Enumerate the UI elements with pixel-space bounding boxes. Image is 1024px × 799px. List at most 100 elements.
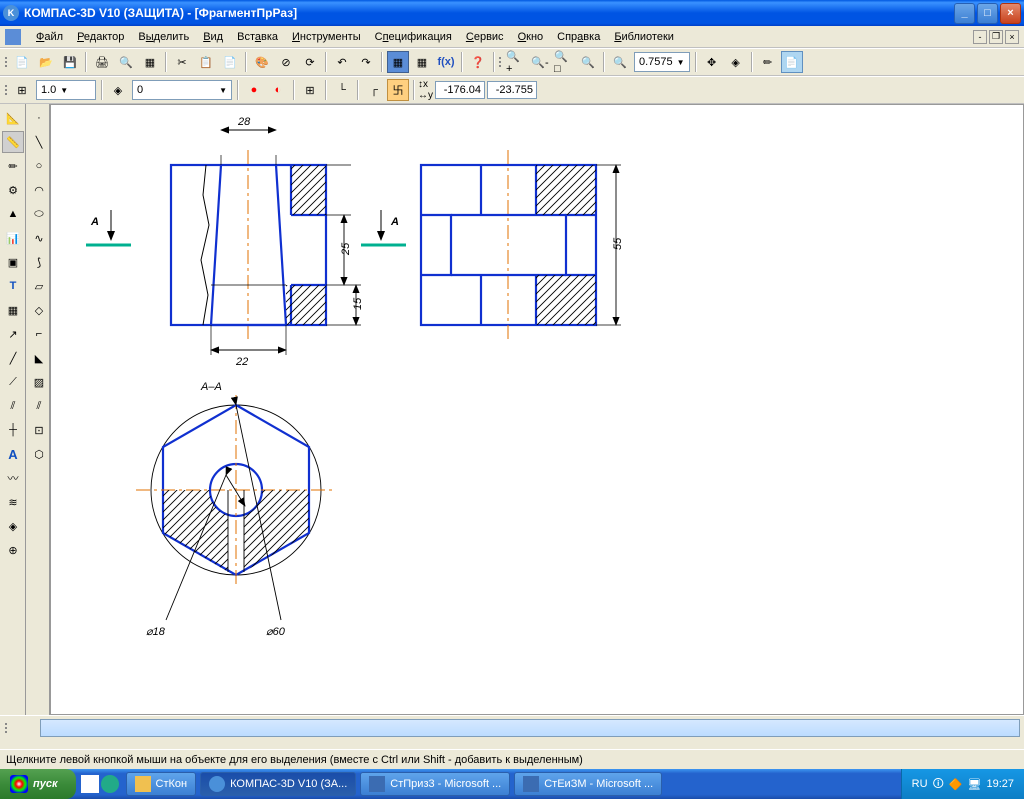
tool-a[interactable]: A xyxy=(2,443,24,465)
tool-line2[interactable]: ⟋ xyxy=(2,371,24,393)
properties-button[interactable]: 🎨 xyxy=(251,51,273,73)
pan-button[interactable]: ✥ xyxy=(701,51,723,73)
ql-desktop-icon[interactable] xyxy=(81,775,99,793)
clock[interactable]: 19:27 xyxy=(986,778,1014,790)
task-folder[interactable]: СтКон xyxy=(126,772,197,796)
step-button[interactable]: ⊞ xyxy=(11,79,33,101)
sub-spline[interactable]: ∿ xyxy=(28,227,50,249)
toolbar-grip-3[interactable] xyxy=(4,81,10,99)
save-button[interactable]: 💾 xyxy=(59,51,81,73)
tool-wave[interactable]: ≋ xyxy=(2,491,24,513)
copy-button[interactable]: 📋 xyxy=(195,51,217,73)
menu-view[interactable]: Вид xyxy=(196,29,230,45)
redo-button[interactable]: ↷ xyxy=(355,51,377,73)
sub-chamfer[interactable]: ◣ xyxy=(28,347,50,369)
tool-edit[interactable]: ⚙ xyxy=(2,179,24,201)
tool-param[interactable]: ▲ xyxy=(2,203,24,225)
tool-cut[interactable]: ⫽ xyxy=(2,395,24,417)
tool-axis[interactable]: ┼ xyxy=(2,419,24,441)
menu-tools[interactable]: Инструменты xyxy=(285,29,368,45)
sub-poly[interactable]: ◇ xyxy=(28,299,50,321)
tool-arrow[interactable]: ↗ xyxy=(2,323,24,345)
tool-spline[interactable]: 〰 xyxy=(2,467,24,489)
tray-icon-2[interactable]: 🔶 xyxy=(949,778,963,791)
menu-select[interactable]: Выделить xyxy=(131,29,196,45)
tool-marker[interactable]: ◈ xyxy=(2,515,24,537)
rotate-button[interactable]: ◈ xyxy=(725,51,747,73)
cancel-button[interactable]: ⊘ xyxy=(275,51,297,73)
sub-bezier[interactable]: ⟆ xyxy=(28,251,50,273)
tray-icon-1[interactable]: 🛈 xyxy=(933,775,944,794)
sub-contour[interactable]: ⬡ xyxy=(28,443,50,465)
new-button[interactable]: 📄 xyxy=(11,51,33,73)
menu-file[interactable]: Файл xyxy=(29,29,70,45)
sub-fillet[interactable]: ⌐ xyxy=(28,323,50,345)
step-combo[interactable]: 1.0▼ xyxy=(36,80,96,100)
minimize-button[interactable]: _ xyxy=(954,3,975,24)
tool-line[interactable]: ╱ xyxy=(2,347,24,369)
props-grip[interactable] xyxy=(4,719,10,737)
layer-button[interactable]: ◈ xyxy=(107,79,129,101)
cut-button[interactable]: ✂ xyxy=(171,51,193,73)
zoom-fit-button[interactable]: 🔍 xyxy=(577,51,599,73)
drawing-canvas[interactable]: 28 22 25 15 А xyxy=(51,105,1023,714)
tool-spec[interactable]: T xyxy=(2,275,24,297)
toolbar-grip[interactable] xyxy=(4,53,10,71)
sub-circle[interactable]: ○ xyxy=(28,155,50,177)
menu-help[interactable]: Справка xyxy=(550,29,607,45)
tool-center[interactable]: ⊕ xyxy=(2,539,24,561)
tool-dims[interactable]: 📏 xyxy=(2,131,24,153)
x-input[interactable] xyxy=(435,81,485,99)
print-button[interactable]: 🖨 xyxy=(91,51,113,73)
zoom-combo[interactable]: 0.7575▼ xyxy=(634,52,690,72)
grid-button[interactable]: ⊞ xyxy=(299,79,321,101)
tool-measure[interactable]: 📊 xyxy=(2,227,24,249)
sub-line[interactable]: ╲ xyxy=(28,131,50,153)
open-button[interactable]: 📂 xyxy=(35,51,57,73)
mdi-close[interactable]: × xyxy=(1005,30,1019,44)
sub-assembly[interactable]: ⊡ xyxy=(28,419,50,441)
layer-combo[interactable]: 0▼ xyxy=(132,80,232,100)
vars-button[interactable]: ▦ xyxy=(411,51,433,73)
zoom-in-button[interactable]: 🔍+ xyxy=(505,51,527,73)
system-tray[interactable]: RU 🛈 🔶 🖥 19:27 xyxy=(901,769,1024,799)
start-button[interactable]: пуск xyxy=(0,769,76,799)
zoom-window-button[interactable]: 🔍□ xyxy=(553,51,575,73)
manager-button[interactable]: ▦ xyxy=(387,51,409,73)
close-button[interactable]: × xyxy=(1000,3,1021,24)
menu-insert[interactable]: Вставка xyxy=(230,29,285,45)
preview-button[interactable]: 🔍 xyxy=(115,51,137,73)
ql-app-icon[interactable] xyxy=(101,775,119,793)
props-button[interactable]: ▦ xyxy=(139,51,161,73)
tool-text[interactable]: ✏ xyxy=(2,155,24,177)
menu-spec[interactable]: Спецификация xyxy=(368,29,459,45)
menu-window[interactable]: Окно xyxy=(511,29,551,45)
tray-icon-3[interactable]: 🖥 xyxy=(968,778,982,791)
doc-button[interactable]: 📄 xyxy=(781,51,803,73)
task-word1[interactable]: СтПриз3 - Microsoft ... xyxy=(360,772,510,796)
undo-button[interactable]: ↶ xyxy=(331,51,353,73)
tool-select[interactable]: ▣ xyxy=(2,251,24,273)
sub-point[interactable]: · xyxy=(28,107,50,129)
mdi-minimize[interactable]: - xyxy=(973,30,987,44)
sub-equid[interactable]: ⫽ xyxy=(28,395,50,417)
sub-ellipse[interactable]: ⬭ xyxy=(28,203,50,225)
snap-mid-button[interactable]: ◐ xyxy=(267,79,289,101)
maximize-button[interactable]: □ xyxy=(977,3,998,24)
y-input[interactable] xyxy=(487,81,537,99)
sub-rect[interactable]: ▱ xyxy=(28,275,50,297)
toolbar-grip-2[interactable] xyxy=(498,53,504,71)
sub-arc[interactable]: ◠ xyxy=(28,179,50,201)
sub-hatch[interactable]: ▨ xyxy=(28,371,50,393)
task-word2[interactable]: СтЕиЗМ - Microsoft ... xyxy=(514,772,662,796)
ortho-button[interactable]: └ xyxy=(331,79,353,101)
paste-button[interactable]: 📄 xyxy=(219,51,241,73)
lang-indicator[interactable]: RU xyxy=(912,778,928,790)
zoom-out-button[interactable]: 🔍- xyxy=(529,51,551,73)
refresh-button[interactable]: ⟳ xyxy=(299,51,321,73)
snap-end-button[interactable]: ● xyxy=(243,79,265,101)
menu-libs[interactable]: Библиотеки xyxy=(607,29,681,45)
menu-service[interactable]: Сервис xyxy=(459,29,511,45)
mdi-restore[interactable]: ❐ xyxy=(989,30,1003,44)
tool-geometry[interactable]: 📐 xyxy=(2,107,24,129)
